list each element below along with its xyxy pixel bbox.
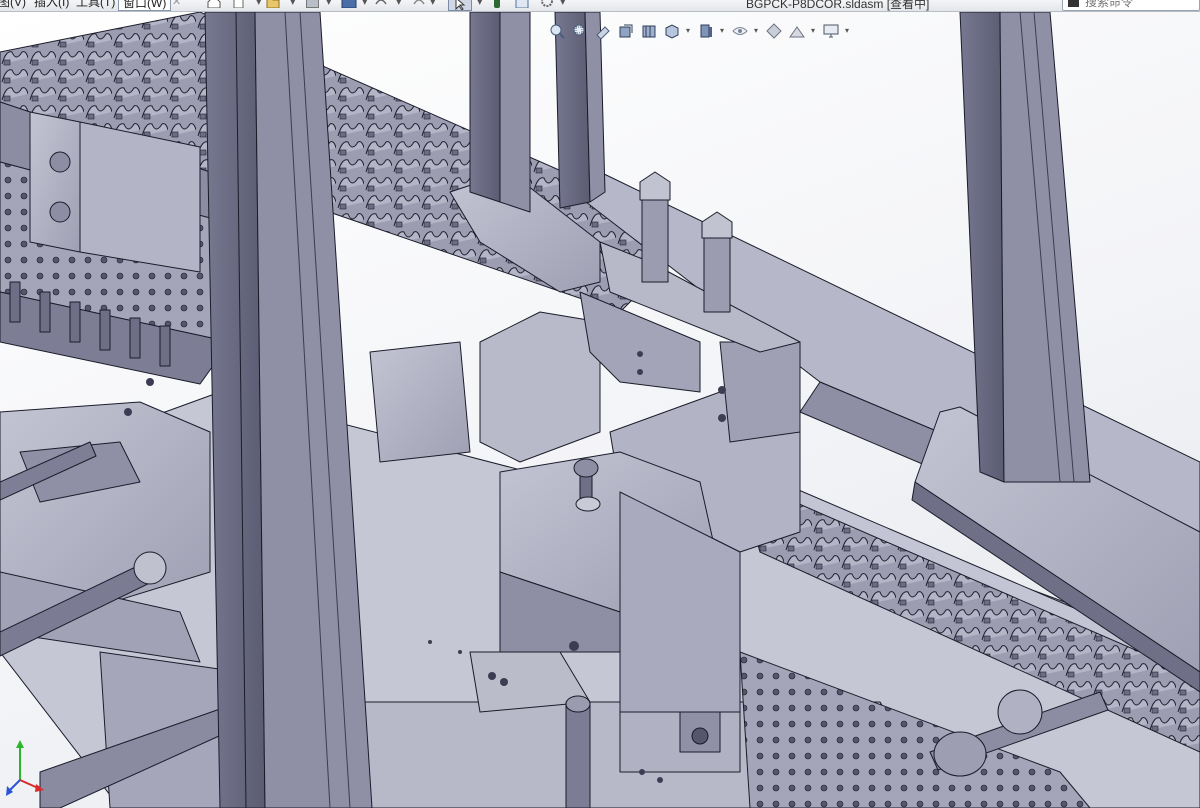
redo-icon[interactable]	[412, 0, 426, 8]
open-folder-icon[interactable]	[266, 0, 280, 9]
search-icon	[1068, 0, 1079, 7]
dropdown-caret-icon[interactable]: ▾	[845, 22, 851, 40]
triad-x-axis	[19, 779, 39, 789]
select-arrow-icon[interactable]	[448, 0, 472, 11]
dropdown-caret-icon[interactable]: ▾	[686, 22, 692, 40]
hide-show-items-icon[interactable]	[731, 22, 749, 40]
dropdown-caret-icon[interactable]: ▾	[430, 0, 436, 8]
assembly-model-render[interactable]	[0, 12, 1200, 808]
menu-view[interactable]: 图(V)	[0, 0, 26, 9]
graphics-viewport[interactable]: ▾ ▾ ▾ ▾ ▾	[0, 12, 1200, 808]
save-icon[interactable]	[306, 0, 319, 8]
pin-icon[interactable]: ✕	[172, 0, 181, 8]
dropdown-caret-icon[interactable]: ▾	[362, 0, 368, 8]
view-orientation-icon[interactable]	[663, 22, 681, 40]
dropdown-caret-icon[interactable]: ▾	[811, 22, 817, 40]
dropdown-caret-icon[interactable]: ▾	[256, 0, 262, 8]
section-view-icon[interactable]	[617, 22, 635, 40]
menu-insert[interactable]: 插入(I)	[34, 0, 69, 9]
dropdown-caret-icon[interactable]: ▾	[326, 0, 332, 8]
dropdown-caret-icon[interactable]: ▾	[396, 0, 402, 8]
previous-view-icon[interactable]	[594, 22, 612, 40]
file-properties-icon[interactable]	[515, 0, 529, 9]
triad-z-axis	[9, 779, 21, 791]
print-icon[interactable]	[341, 0, 357, 9]
zoom-area-icon[interactable]	[571, 22, 589, 40]
home-icon[interactable]	[207, 0, 221, 9]
model-body	[0, 12, 1200, 808]
search-input[interactable]	[1085, 0, 1195, 9]
coordinate-triad	[6, 740, 44, 796]
new-document-icon[interactable]	[233, 0, 245, 9]
view-settings-icon[interactable]	[822, 22, 840, 40]
dropdown-caret-icon[interactable]: ▾	[290, 0, 296, 8]
display-style-icon[interactable]	[697, 22, 715, 40]
zoom-to-fit-icon[interactable]	[548, 22, 566, 40]
dropdown-caret-icon[interactable]: ▾	[754, 22, 760, 40]
apply-scene-icon[interactable]	[788, 22, 806, 40]
dropdown-caret-icon[interactable]: ▾	[560, 0, 566, 8]
heads-up-view-toolbar: ▾ ▾ ▾ ▾ ▾	[548, 20, 851, 42]
menu-window[interactable]: 窗口(W)	[118, 0, 172, 11]
dropdown-caret-icon[interactable]: ▾	[477, 0, 483, 8]
edit-appearance-icon[interactable]	[765, 22, 783, 40]
menu-tools[interactable]: 工具(T)	[76, 0, 115, 9]
dynamic-annotation-icon[interactable]	[640, 22, 658, 40]
search-commands-box[interactable]	[1062, 0, 1200, 11]
options-gear-icon[interactable]	[540, 0, 554, 8]
menu-bar: 图(V) 插入(I) 工具(T) 窗口(W) ✕ ▾ ▾ ▾ ▾ ▾ ▾ ▾ ▾…	[0, 0, 1200, 12]
undo-icon[interactable]	[374, 0, 388, 8]
document-title: BGPCK-P8DCOR.sldasm [查看中]	[746, 0, 930, 11]
dropdown-caret-icon[interactable]: ▾	[720, 22, 726, 40]
traffic-light-icon[interactable]	[492, 0, 502, 8]
